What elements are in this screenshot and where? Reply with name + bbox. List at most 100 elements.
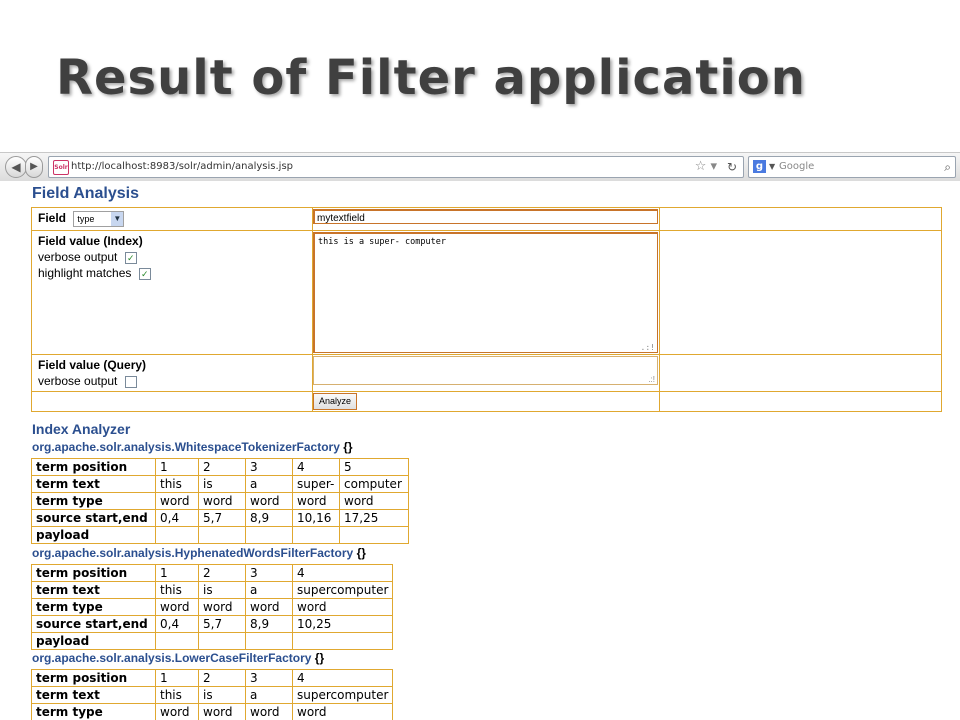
source-offsets-row: source start,end 0,4 5,7 8,9 10,16 17,25 (31, 509, 409, 527)
field-label: Field (38, 211, 67, 226)
browser-toolbar: ◀ ▶ Solr http://localhost:8983/solr/admi… (0, 152, 960, 182)
token-cell: 17,25 (339, 509, 409, 527)
google-logo-icon[interactable]: g (753, 160, 766, 173)
index-row-label: Field value (Index) verbose output ✓ hig… (31, 230, 313, 355)
chevron-down-icon: ▼ (111, 212, 124, 226)
resize-grip-icon[interactable]: .:! (648, 375, 655, 384)
index-highlight-option: highlight matches ✓ (38, 266, 306, 280)
back-button[interactable]: ◀ (5, 156, 27, 178)
verbose-toggle-link[interactable]: {} (315, 651, 324, 665)
engine-dropdown-icon[interactable]: ▼ (769, 157, 775, 177)
token-cell: word (339, 492, 409, 510)
token-cell: is (198, 581, 246, 599)
query-row-label: Field value (Query) verbose output (31, 354, 313, 392)
verbose-toggle-link[interactable]: {} (343, 440, 352, 454)
token-cell: word (245, 703, 293, 720)
token-cell: 4 (292, 458, 340, 476)
token-cell: word (245, 598, 293, 616)
token-cell: 4 (291, 564, 394, 582)
address-bar[interactable]: Solr http://localhost:8983/solr/admin/an… (48, 156, 744, 178)
index-value-textarea[interactable]: this is a super- computer .:! (313, 232, 658, 353)
bookmark-star-icon[interactable]: ☆ ▾ (695, 157, 717, 177)
token-cell: this (155, 475, 199, 493)
analyzer-name: org.apache.solr.analysis.LowerCaseFilter… (32, 651, 325, 665)
search-bar[interactable]: g ▼ Google ⌕ (748, 156, 956, 178)
query-value-label: Field value (Query) (38, 358, 147, 372)
token-cell: word (198, 492, 246, 510)
token-cell: is (198, 475, 246, 493)
token-cell: 8,9 (245, 509, 293, 527)
query-row-empty (659, 354, 942, 392)
row-label: term text (31, 686, 156, 704)
browser-window: ◀ ▶ Solr http://localhost:8983/solr/admi… (0, 152, 960, 720)
token-cell: a (245, 686, 293, 704)
index-verbose-option: verbose output ✓ (38, 250, 306, 264)
analyze-cell: Analyze (312, 391, 660, 412)
analyzer-name: org.apache.solr.analysis.HyphenatedWords… (32, 546, 366, 560)
token-cell: 2 (198, 458, 246, 476)
token-cell (245, 632, 293, 650)
token-cell: 3 (245, 669, 293, 687)
token-cell (339, 526, 409, 544)
token-cell: 4 (291, 669, 394, 687)
token-table: term position 1 2 3 4 5 term text this is a super-… (31, 458, 409, 544)
token-cell: word (155, 598, 199, 616)
query-verbose-option: verbose output (38, 374, 306, 388)
field-type-select[interactable]: type ▼ (73, 211, 125, 227)
token-cell: word (291, 598, 394, 616)
verbose-toggle-link[interactable]: {} (357, 546, 366, 560)
forward-button[interactable]: ▶ (25, 156, 43, 178)
page-title: Field Analysis (32, 185, 139, 202)
token-cell: word (155, 492, 199, 510)
token-cell: 0,4 (155, 615, 199, 633)
source-offsets-row: source start,end 0,4 5,7 8,9 10,25 (31, 615, 394, 633)
field-row-label: Field type ▼ (31, 207, 313, 231)
token-cell: supercomputer (291, 581, 394, 599)
token-cell: this (155, 581, 199, 599)
query-value-textarea[interactable]: .:! (313, 356, 658, 385)
term-text-row: term text this is a super-computer (31, 475, 409, 493)
index-verbose-checkbox[interactable]: ✓ (124, 251, 137, 264)
query-value-cell: .:! (312, 354, 660, 392)
token-cell: this (155, 686, 199, 704)
query-verbose-label: verbose output (38, 374, 118, 388)
token-cell: is (198, 686, 246, 704)
token-cell: 1 (155, 564, 199, 582)
token-table: term position 1 2 3 4 term text this is a superco… (31, 669, 394, 720)
slide-title: Result of Filter application (56, 50, 806, 106)
term-text-row: term text this is a supercomputer (31, 686, 394, 704)
token-cell: word (198, 598, 246, 616)
token-cell: computer (339, 475, 409, 493)
index-verbose-label: verbose output (38, 250, 118, 264)
payload-row: payload (31, 526, 409, 544)
row-label: source start,end (31, 615, 156, 633)
reload-icon[interactable]: ↻ (727, 157, 737, 177)
analyze-button[interactable]: Analyze (313, 393, 358, 410)
token-cell (198, 526, 246, 544)
token-cell: 1 (155, 458, 199, 476)
token-cell: a (245, 475, 293, 493)
index-highlight-checkbox[interactable]: ✓ (138, 267, 151, 280)
token-cell: 5,7 (198, 509, 246, 527)
index-highlight-label: highlight matches (38, 266, 132, 280)
search-magnifier-icon[interactable]: ⌕ (944, 157, 951, 177)
query-verbose-checkbox[interactable] (124, 375, 137, 388)
index-value-text: this is a super- computer (318, 237, 446, 247)
token-cell (155, 632, 199, 650)
row-label: term text (31, 581, 156, 599)
token-cell: supercomputer (291, 686, 394, 704)
resize-grip-icon[interactable]: .:! (641, 343, 655, 352)
token-cell: 5,7 (198, 615, 246, 633)
row-label: term type (31, 492, 156, 510)
token-cell: super- (292, 475, 340, 493)
token-cell: 10,16 (292, 509, 340, 527)
term-text-row: term text this is a supercomputer (31, 581, 394, 599)
url-text[interactable]: http://localhost:8983/solr/admin/analysi… (71, 157, 293, 177)
term-position-row: term position 1 2 3 4 5 (31, 458, 409, 476)
row-label: term type (31, 598, 156, 616)
field-name-input[interactable]: mytextfield (313, 209, 658, 224)
back-arrow-icon: ◀ (11, 160, 21, 174)
term-position-row: term position 1 2 3 4 (31, 669, 394, 687)
token-cell (292, 526, 340, 544)
field-row-empty (659, 207, 942, 231)
